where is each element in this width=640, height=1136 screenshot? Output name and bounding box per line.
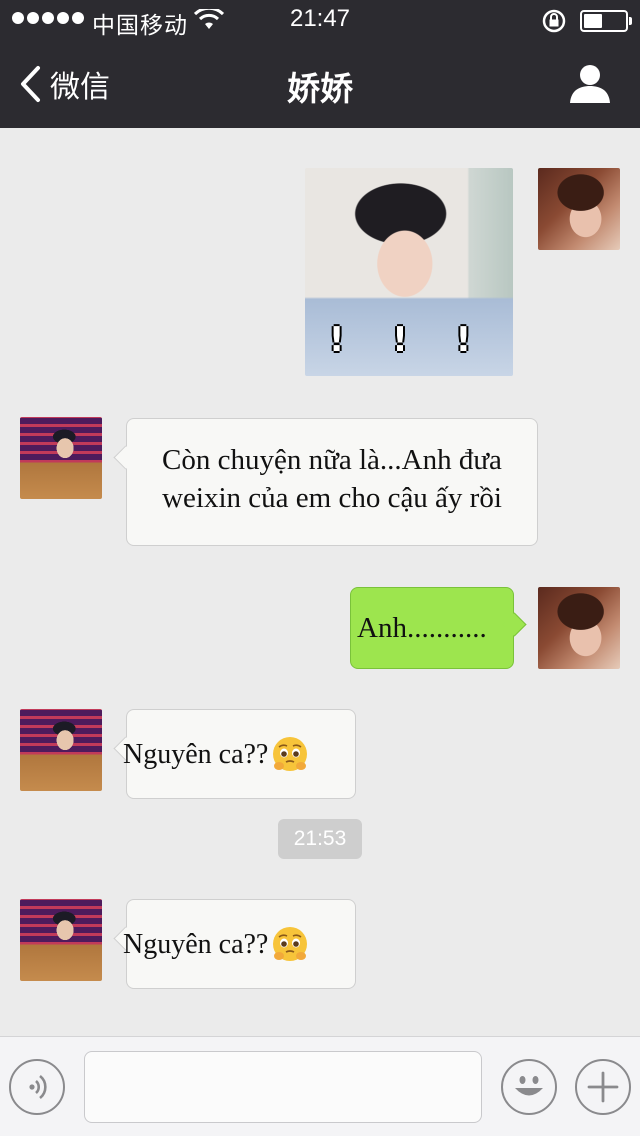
input-toolbar (0, 1036, 640, 1136)
avatar-contact[interactable] (20, 899, 102, 981)
plus-icon (587, 1071, 619, 1103)
battery-icon (580, 10, 632, 32)
image-message[interactable]: ! ! ! (305, 168, 513, 376)
pleading-face-emoji (273, 927, 308, 961)
pleading-face-emoji (273, 737, 308, 771)
message-bubble-incoming[interactable]: Nguyên ca?? (123, 899, 356, 989)
message-text: Còn chuyện nữa là...Anh đưa weixin của e… (162, 444, 502, 514)
voice-input-button[interactable] (9, 1059, 65, 1115)
image-overlay-text: ! ! ! (328, 320, 490, 360)
chat-title: 娇娇 (287, 69, 353, 108)
message-bubble-incoming[interactable]: Còn chuyện nữa là...Anh đưa weixin của e… (126, 418, 538, 546)
timestamp-divider: 21:53 (278, 819, 362, 859)
message-input[interactable] (84, 1051, 482, 1123)
avatar-self[interactable] (538, 168, 620, 250)
avatar-contact[interactable] (20, 417, 102, 499)
avatar-contact[interactable] (20, 709, 102, 791)
emoji-button[interactable] (501, 1059, 557, 1115)
message-text: Nguyên ca?? (123, 739, 269, 770)
avatar-self[interactable] (538, 587, 620, 669)
smiley-icon (515, 1076, 543, 1096)
voice-icon (29, 1074, 47, 1100)
contact-info-icon[interactable] (568, 62, 612, 104)
more-actions-button[interactable] (575, 1059, 631, 1115)
message-text: Anh........... (357, 612, 487, 644)
rotation-lock-icon (542, 9, 566, 33)
chat-area[interactable]: ! ! ! Còn chuyện nữa là...Anh đưa weixin… (0, 128, 640, 1036)
nav-header: 中国移动 21:47 微信 娇娇 (0, 0, 640, 128)
status-bar: 中国移动 21:47 (0, 0, 640, 40)
message-text: Nguyên ca?? (123, 929, 269, 960)
message-bubble-incoming[interactable]: Nguyên ca?? (123, 709, 356, 799)
message-bubble-outgoing[interactable]: Anh........... (350, 587, 514, 669)
